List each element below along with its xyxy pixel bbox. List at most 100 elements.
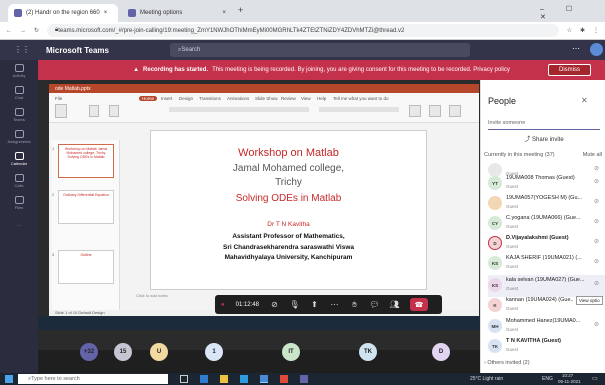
camera-off-icon[interactable]: ⊘ [270, 300, 279, 309]
participant-avatar[interactable]: 15 [114, 343, 132, 361]
chrome-icon[interactable] [260, 375, 268, 383]
ribbon-tab-design[interactable]: Design [179, 96, 193, 101]
bookmark-icon[interactable]: ☆ [567, 27, 572, 34]
slide-thumbnail[interactable]: Outline [58, 250, 114, 284]
mute-all-button[interactable]: Mute all [583, 152, 602, 158]
rail-teams[interactable]: Teams [0, 104, 38, 126]
participants-icon[interactable]: 👥︎ [389, 300, 399, 309]
rail-activity[interactable]: Activity [0, 60, 38, 82]
app-launcher-icon[interactable]: ⋮⋮ [14, 45, 30, 54]
share-screen-icon[interactable]: ⬆ [310, 300, 319, 309]
font-controls[interactable] [169, 107, 309, 112]
ribbon-tab-animations[interactable]: Animations [227, 96, 249, 101]
ribbon-tab-view[interactable]: View [301, 96, 311, 101]
participant-row[interactable]: K kannan (19UMA024) (Gue... Guest View o… [488, 295, 605, 317]
paragraph-controls[interactable] [319, 107, 399, 112]
rail-calendar[interactable]: Calendar [0, 148, 38, 170]
chat-icon[interactable]: 💬︎ [369, 300, 379, 309]
close-icon[interactable]: × [222, 10, 226, 16]
reload-icon[interactable]: ↻ [34, 27, 39, 34]
edge-icon[interactable] [200, 375, 208, 383]
participant-row[interactable]: YT 19UMA008 Thomas (Guest) Guest ⊘ [488, 173, 605, 195]
slide-thumbnail[interactable]: Ordinary Differential Equation [58, 190, 114, 224]
avatar: CY [488, 216, 502, 230]
rail-calls[interactable]: Calls [0, 170, 38, 192]
clock-time[interactable]: 10:27 [562, 373, 573, 378]
avatar: MH [488, 319, 502, 333]
current-slide[interactable]: Workshop on Matlab Jamal Mohamed college… [150, 130, 427, 290]
participant-row[interactable]: 19UMA057(YOGESH M) (Gu... Guest ⊘ [488, 193, 605, 215]
rail-more[interactable]: ⋯ [0, 214, 38, 236]
windows-start-icon[interactable] [5, 375, 13, 383]
notification-icon[interactable]: ▭ [592, 375, 598, 382]
overflow-participants[interactable]: +32 [80, 343, 98, 361]
share-invite-button[interactable]: ⤴ Share invite [488, 134, 600, 146]
layout-icon[interactable] [109, 105, 119, 117]
taskbar-search[interactable]: ⌕ Type here to search [18, 374, 168, 384]
participant-row[interactable]: KS KAJA SHERIF (19UMA021) (... Guest ⊘ [488, 253, 605, 275]
others-invited-header[interactable]: › Others invited (2) [484, 360, 530, 366]
window-controls[interactable]: – ☐ ✕ [540, 5, 605, 21]
participant-row[interactable]: MH Mohammed Hanez(19UMA0... Guest ⊘ [488, 316, 605, 338]
file-explorer-icon[interactable] [220, 375, 228, 383]
raise-hand-icon[interactable]: ✋︎ [350, 300, 359, 309]
participant-avatar[interactable]: U [150, 343, 168, 361]
back-icon[interactable]: ← [6, 28, 12, 34]
participant-row[interactable]: KS kala selvan (19UMA027) (Gue... Guest … [488, 275, 605, 297]
phone-icon [14, 174, 24, 182]
more-options-icon[interactable]: ⋯ [572, 44, 580, 53]
language-indicator[interactable]: ENG [542, 376, 553, 382]
mic-off-icon: ⊘ [594, 239, 600, 245]
address-bar[interactable]: 🔒︎ teams.microsoft.com/_#/pre-join-calli… [47, 24, 559, 37]
browser-tab[interactable]: Meeting options × [122, 4, 232, 22]
extensions-icon[interactable]: ✱ [580, 27, 585, 34]
forward-icon[interactable]: → [20, 28, 26, 34]
ribbon-tab-insert[interactable]: Insert [161, 96, 172, 101]
browser-tab-active[interactable]: (2) Handr on the region 660 × [8, 4, 118, 22]
view-options-tooltip: View optio [576, 296, 603, 305]
mic-off-icon[interactable]: 🎙︎ [289, 300, 299, 309]
rail-files[interactable]: Files [0, 192, 38, 214]
slide-thumbnail[interactable]: Workshop on Matlab Jamal Mohamed college… [58, 144, 114, 178]
new-tab-button[interactable]: + [238, 5, 243, 15]
slide-college: Jamal Mohamed college, [232, 163, 345, 174]
invite-input[interactable]: Invite someone [488, 118, 600, 130]
avatar [488, 196, 502, 210]
ribbon-tab-help[interactable]: Help [317, 96, 326, 101]
ribbon-tab-slideshow[interactable]: Slide Show [255, 96, 278, 101]
rail-assignments[interactable]: Assignments [0, 126, 38, 148]
paste-icon[interactable] [55, 104, 67, 118]
new-slide-icon[interactable] [89, 105, 99, 117]
dismiss-button[interactable]: Dismiss [548, 64, 591, 76]
ribbon-tab-transitions[interactable]: Transitions [199, 96, 221, 101]
menu-icon[interactable]: ⋮ [593, 27, 599, 34]
ribbon-tab-home[interactable]: Home [139, 96, 158, 101]
shapes-icon[interactable] [409, 105, 421, 117]
arrange-icon[interactable] [429, 105, 441, 117]
participant-avatar[interactable]: 1 [205, 343, 223, 361]
participant-row[interactable]: CY C.yogana (19UMA066) (Gue... Guest ⊘ [488, 213, 605, 235]
participant-row[interactable]: D D.Vijayalakshmi (Guest) Guest ⊘ [488, 233, 605, 255]
ribbon-tab-file[interactable]: File [55, 96, 62, 101]
avatar[interactable] [590, 43, 603, 56]
weather-widget[interactable]: 25°C Light rain [470, 376, 503, 382]
participant-avatar[interactable]: TK [359, 343, 377, 361]
tab-title: Meeting options [140, 10, 183, 16]
participant-row[interactable]: TK T N KAVITHA (Guest) Guest [488, 336, 605, 358]
more-actions-icon[interactable]: ⋯ [330, 300, 339, 309]
app-icon[interactable] [280, 375, 288, 383]
close-icon[interactable]: ✕ [581, 96, 588, 105]
close-icon[interactable]: × [104, 10, 108, 16]
search-input[interactable]: ⌕ Search [170, 43, 470, 57]
task-view-icon[interactable] [180, 375, 188, 383]
participant-avatar[interactable]: IT [282, 343, 300, 361]
tell-me-search[interactable]: Tell me what you want to do [333, 96, 389, 101]
rail-chat[interactable]: Chat [0, 82, 38, 104]
find-icon[interactable] [449, 105, 461, 117]
store-icon[interactable] [240, 375, 248, 383]
clock-date[interactable]: 05-11-2021 [558, 379, 581, 384]
ribbon-tab-review[interactable]: Review [281, 96, 296, 101]
leave-call-button[interactable]: ☎ [409, 298, 428, 311]
teams-icon[interactable] [300, 375, 308, 383]
participant-avatar[interactable]: D [432, 343, 450, 361]
